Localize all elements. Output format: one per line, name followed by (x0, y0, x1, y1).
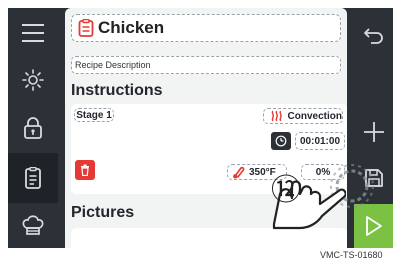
instructions-heading: Instructions (71, 82, 163, 99)
recipe-title: Chicken (98, 18, 165, 37)
lock-button[interactable] (8, 103, 58, 153)
add-icon (363, 122, 384, 142)
lock-icon (24, 117, 42, 139)
play-icon (365, 216, 382, 236)
brightness-icon (22, 69, 44, 91)
add-button[interactable] (354, 112, 393, 152)
menu-icon (22, 24, 44, 42)
back-icon (363, 28, 383, 44)
thermometer-icon (233, 166, 245, 179)
trash-icon (81, 164, 89, 176)
recipe-title-field[interactable]: Chicken (71, 14, 341, 42)
back-button[interactable] (354, 18, 393, 54)
menu-button[interactable] (8, 8, 58, 58)
clock-icon (275, 135, 287, 147)
convection-heat-icon (271, 110, 282, 122)
oven-screen: Chicken Recipe Description Instructions … (8, 8, 393, 248)
recipe-description-field[interactable]: Recipe Description (71, 56, 341, 74)
recipes-button[interactable] (8, 153, 58, 203)
recipe-icon (78, 19, 94, 37)
callout-number: ⑫ (271, 173, 301, 208)
cook-mode-field[interactable]: Convection (263, 108, 343, 124)
document-reference: VMC-TS-01680 (320, 250, 383, 260)
stage-label[interactable]: Stage 1 (74, 108, 114, 122)
cook-mode-label: Convection (287, 110, 342, 122)
left-nav (8, 8, 58, 248)
timer-field[interactable]: 00:01:00 (295, 132, 345, 150)
chef-hat-icon (22, 215, 44, 235)
chef-button[interactable] (8, 200, 58, 248)
timer-icon-box (271, 132, 291, 150)
delete-stage-button[interactable] (75, 160, 95, 180)
recipe-book-icon (25, 167, 41, 189)
pictures-heading: Pictures (71, 204, 135, 221)
brightness-button[interactable] (8, 55, 58, 105)
